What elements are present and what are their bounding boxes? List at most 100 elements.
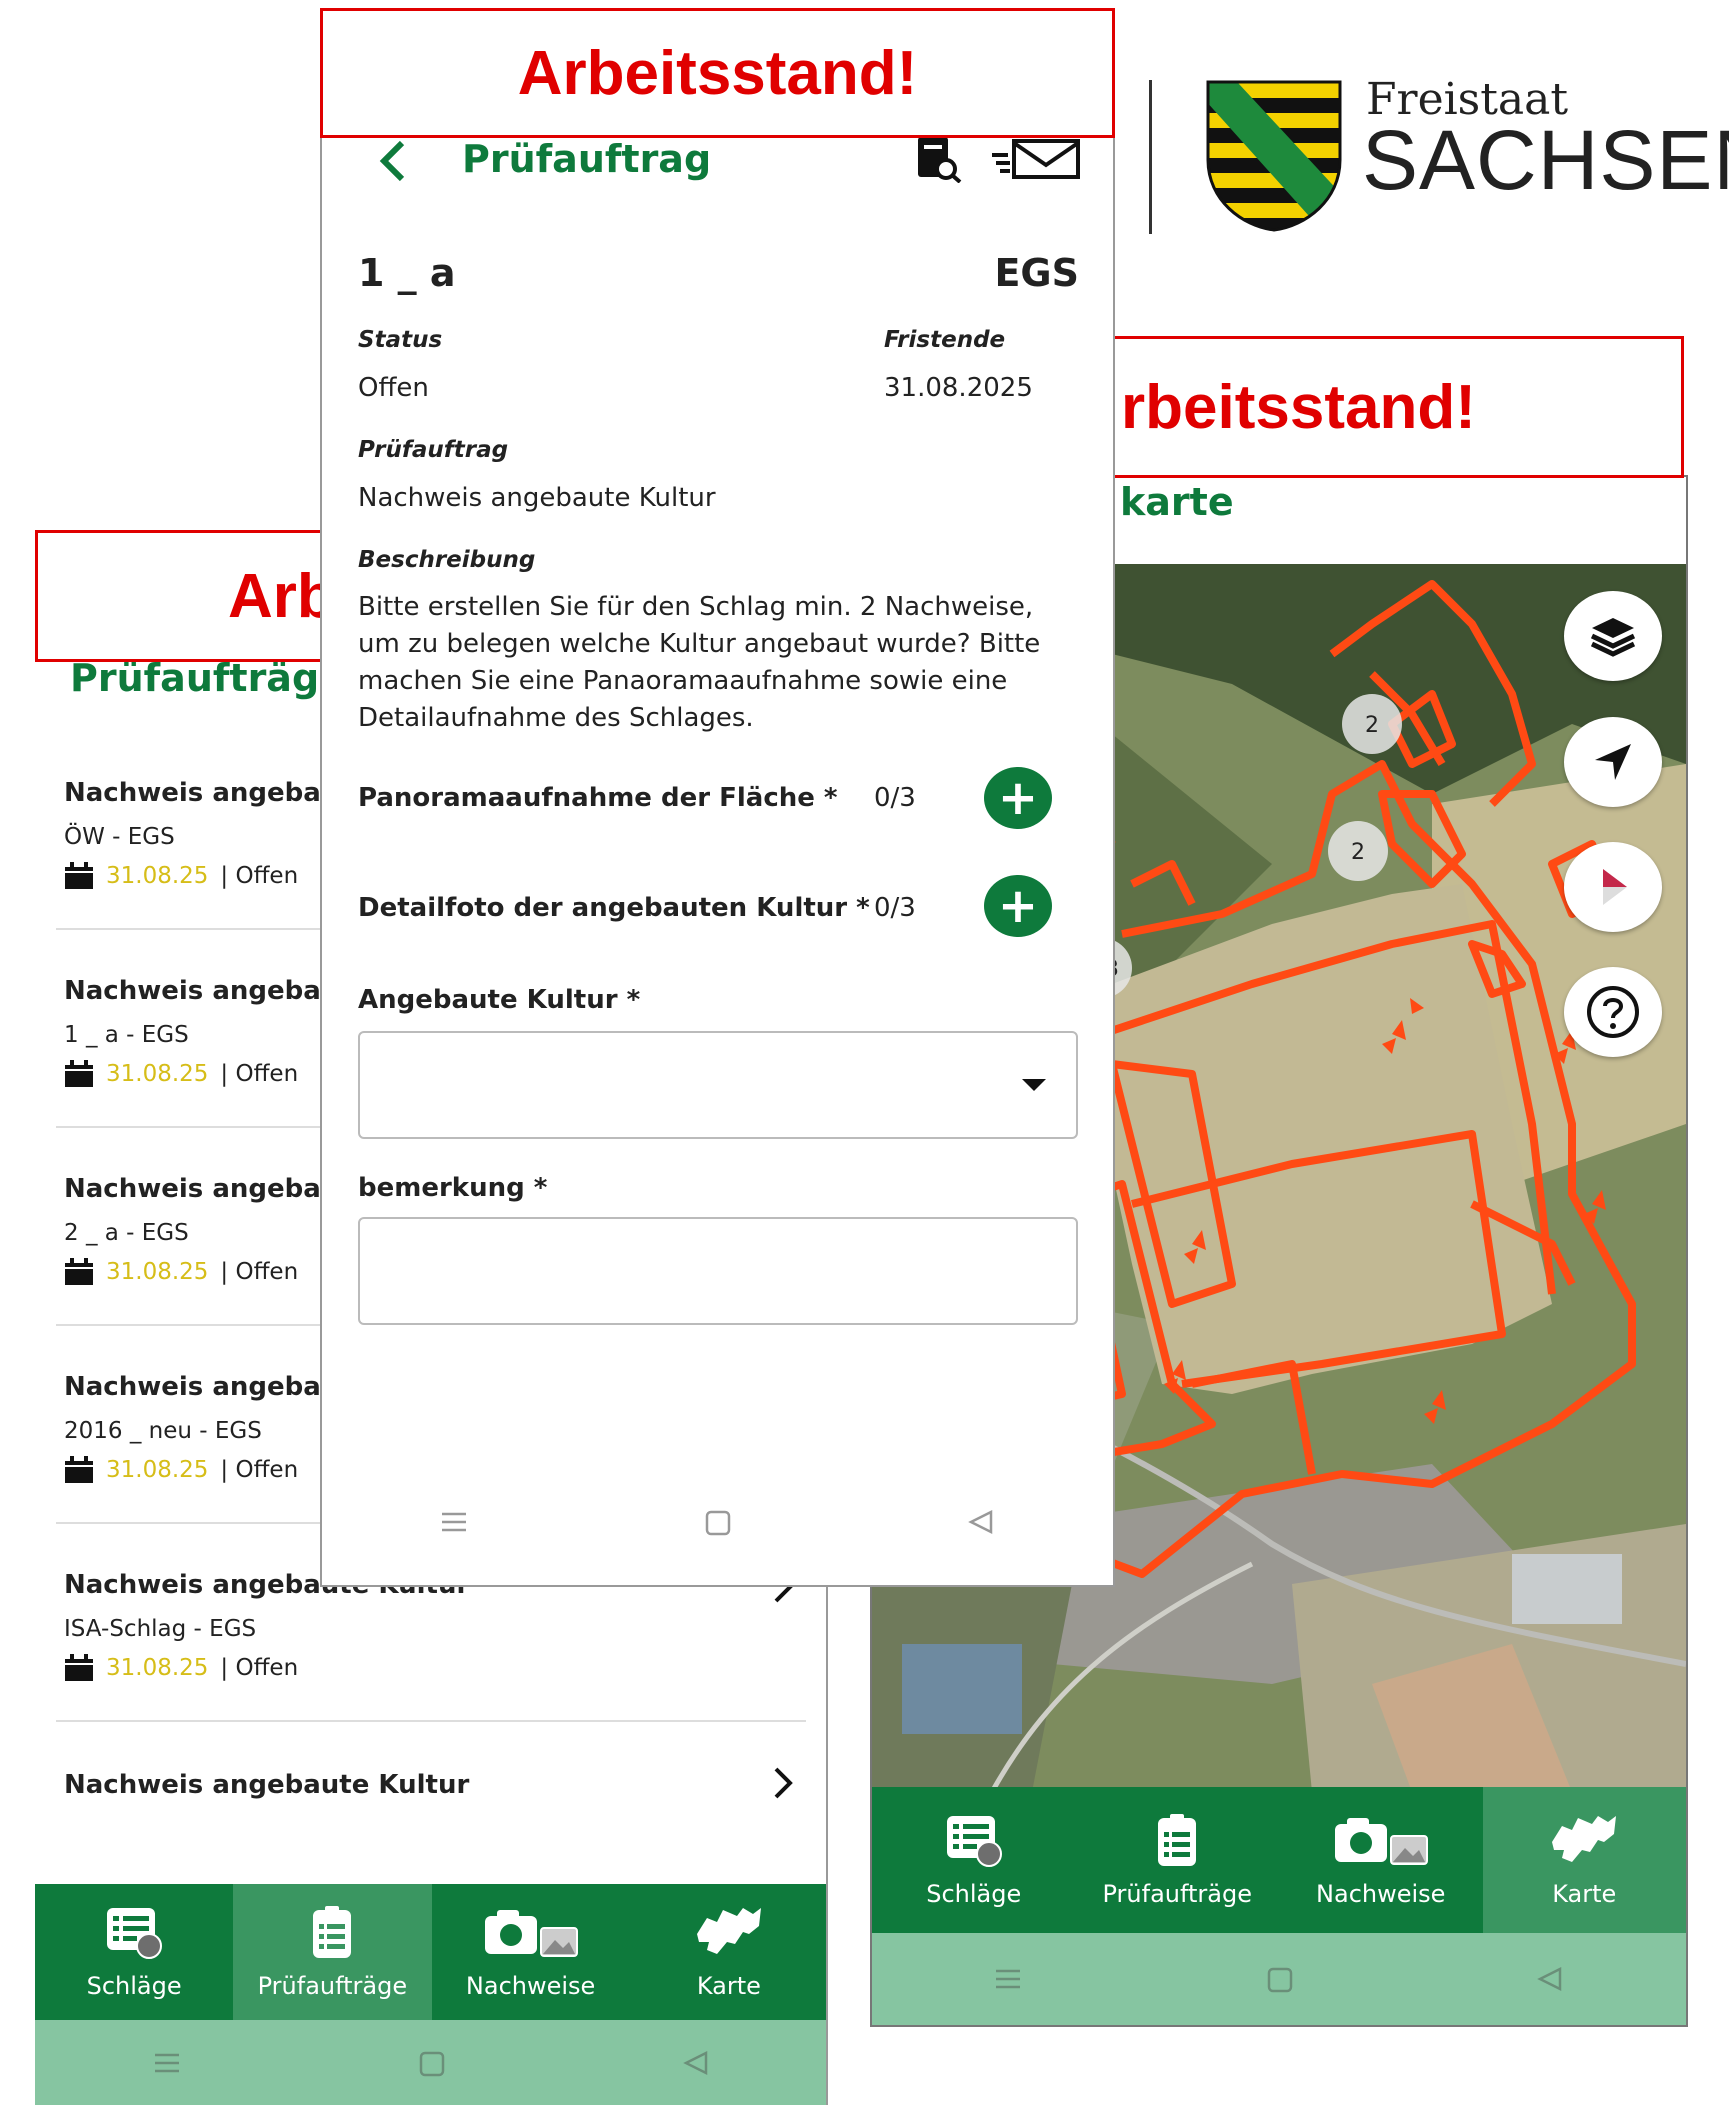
list-item-status: | Offen	[220, 1061, 299, 1087]
home-icon[interactable]	[411, 2043, 451, 2083]
list-item-title: Nachweis angebaute Kultur	[64, 1770, 470, 1800]
field-list-icon	[946, 1816, 1002, 1867]
list-item-date: 31.08.25	[106, 1259, 209, 1285]
calendar-icon	[65, 1060, 93, 1087]
detail-title: Prüfauftrag	[462, 137, 712, 181]
status-value: Offen	[358, 373, 429, 403]
nav-label: Karte	[696, 1972, 761, 2000]
system-nav-bar	[35, 2020, 828, 2105]
deadline-value: 31.08.2025	[884, 373, 1033, 403]
calendar-icon	[65, 1456, 93, 1483]
menu-icon[interactable]	[434, 1502, 474, 1542]
compass-button[interactable]	[1564, 842, 1662, 932]
deadline-label: Fristende	[884, 327, 1006, 353]
system-nav-bar	[322, 1477, 1113, 1567]
layers-icon	[1590, 618, 1636, 657]
send-mail-icon[interactable]	[992, 137, 1082, 183]
camera-gallery-icon	[484, 1910, 578, 1957]
calendar-icon	[65, 1654, 93, 1681]
nav-label: Nachweise	[465, 1972, 596, 2000]
status-label: Status	[358, 327, 443, 353]
field-list-icon	[107, 1908, 163, 1959]
layers-button[interactable]	[1564, 591, 1662, 681]
add-panorama-button[interactable]: +	[984, 767, 1052, 829]
remark-input[interactable]	[358, 1217, 1078, 1325]
nav-label: Karte	[1552, 1880, 1617, 1908]
status-banner-center: Arbeitsstand!	[320, 8, 1115, 138]
back-icon[interactable]	[676, 2043, 716, 2083]
saxony-map-icon	[1552, 1816, 1617, 1862]
panorama-count: 0/3	[874, 783, 916, 813]
culture-label: Angebaute Kultur *	[358, 985, 641, 1015]
list-item-status: | Offen	[220, 1259, 299, 1285]
nav-pruefauftraege[interactable]: Prüfaufträge	[1076, 1787, 1280, 1933]
locate-button[interactable]	[1564, 717, 1662, 807]
map-title: karte	[1120, 480, 1234, 524]
clipboard-icon	[313, 1906, 352, 1958]
list-item-date: 31.08.25	[106, 863, 209, 889]
navigation-arrow-icon	[1595, 744, 1631, 780]
system-nav-bar	[872, 1933, 1686, 2025]
camera-gallery-icon	[1334, 1818, 1428, 1865]
saxony-map-icon	[696, 1908, 761, 1954]
nav-pruefauftraege[interactable]: Prüfaufträge	[233, 1884, 432, 2020]
cluster-count[interactable]: 2	[1351, 840, 1365, 865]
list-title: Prüfaufträge	[70, 656, 345, 700]
order-label: Prüfauftrag	[358, 437, 509, 463]
description-label: Beschreibung	[358, 547, 536, 573]
document-search-icon[interactable]	[914, 137, 962, 183]
back-chevron-icon[interactable]	[372, 137, 412, 185]
coat-of-arms-icon	[1206, 80, 1342, 232]
list-item[interactable]: Nachweis angebaute Kultur	[64, 1770, 804, 1800]
detail-type: EGS	[994, 251, 1079, 295]
description-value: Bitte erstellen Sie für den Schlag min. …	[358, 592, 1041, 733]
back-icon[interactable]	[1530, 1959, 1570, 1999]
nav-schlaege[interactable]: Schläge	[872, 1787, 1076, 1933]
home-icon[interactable]	[1259, 1959, 1299, 1999]
home-icon[interactable]	[697, 1502, 737, 1542]
detail-id: 1 _ a	[358, 251, 456, 295]
nav-label: Schläge	[86, 1972, 182, 2000]
logo-line2: SACHSEN	[1362, 113, 1729, 207]
bottom-nav: Schläge Prüfaufträge Nachweise Karte	[872, 1787, 1686, 1933]
detailphoto-count: 0/3	[874, 893, 916, 923]
clipboard-icon	[1158, 1814, 1197, 1866]
menu-icon[interactable]	[988, 1959, 1028, 1999]
list-divider	[56, 1720, 806, 1722]
nav-nachweise[interactable]: Nachweise	[1279, 1787, 1483, 1933]
order-value: Nachweis angebaute Kultur	[358, 483, 716, 513]
plus-icon: +	[997, 770, 1039, 826]
menu-icon[interactable]	[147, 2043, 187, 2083]
list-item-date: 31.08.25	[106, 1655, 209, 1681]
calendar-icon	[65, 862, 93, 889]
add-detailphoto-button[interactable]: +	[984, 875, 1052, 937]
chevron-down-icon	[1022, 1079, 1046, 1091]
calendar-icon	[65, 1258, 93, 1285]
nav-karte[interactable]: Karte	[630, 1884, 828, 2020]
nav-karte[interactable]: Karte	[1482, 1787, 1686, 1933]
remark-label: bemerkung *	[358, 1173, 548, 1203]
nav-schlaege[interactable]: Schläge	[35, 1884, 233, 2020]
list-item-date: 31.08.25	[106, 1061, 209, 1087]
help-icon	[1587, 986, 1639, 1038]
list-item-status: | Offen	[220, 1457, 299, 1483]
nav-label: Prüfaufträge	[257, 1972, 408, 2000]
detailphoto-label: Detailfoto der angebauten Kultur *	[358, 893, 870, 923]
back-icon[interactable]	[961, 1502, 1001, 1542]
list-item-sub: ISA-Schlag - EGS	[64, 1616, 257, 1642]
list-item-status: | Offen	[220, 1655, 299, 1681]
chevron-right-icon[interactable]	[772, 1766, 796, 1800]
nav-nachweise[interactable]: Nachweise	[432, 1884, 630, 2020]
culture-select[interactable]	[358, 1031, 1078, 1139]
plus-icon: +	[997, 878, 1039, 934]
help-button[interactable]	[1564, 967, 1662, 1057]
nav-label: Prüfaufträge	[1102, 1880, 1252, 1908]
left-phone-border	[826, 1586, 828, 2105]
panorama-label: Panoramaaufnahme der Fläche *	[358, 783, 838, 813]
compass-icon	[1603, 869, 1627, 905]
cluster-count[interactable]: 2	[1365, 713, 1379, 738]
logo-divider	[1149, 80, 1152, 234]
list-item-date: 31.08.25	[106, 1457, 209, 1483]
nav-label: Schläge	[926, 1880, 1022, 1908]
list-item-status: | Offen	[220, 863, 299, 889]
